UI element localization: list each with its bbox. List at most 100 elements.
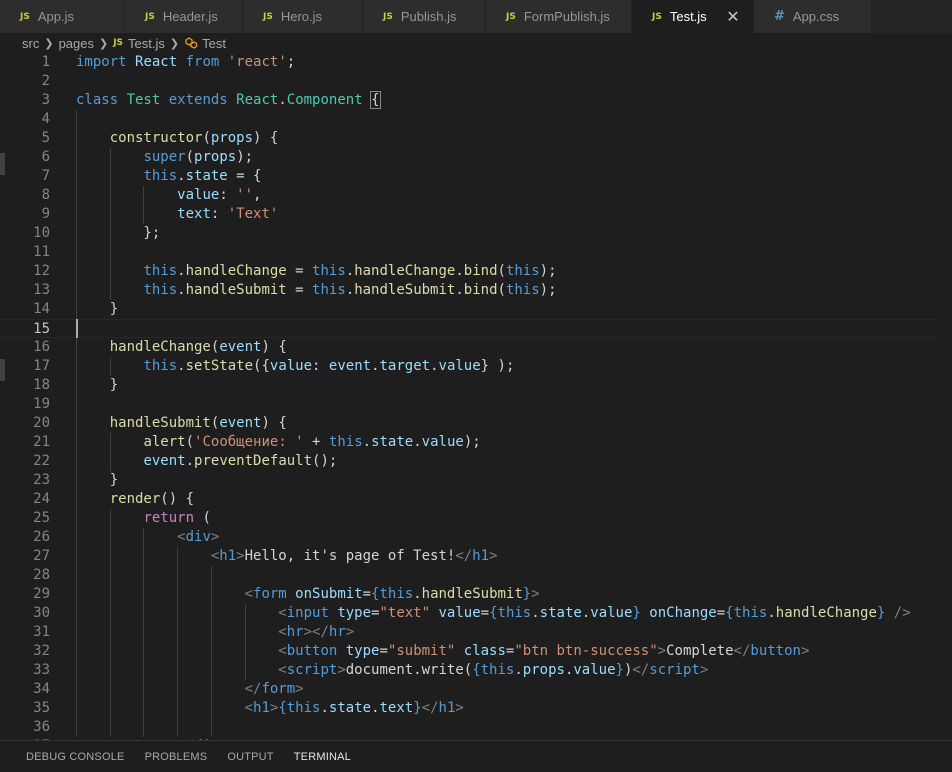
- line-number: 24: [33, 491, 50, 507]
- code-line[interactable]: 4: [0, 110, 940, 129]
- breadcrumb-folder-src[interactable]: src: [22, 36, 39, 51]
- js-file-icon: JS: [113, 38, 124, 48]
- code-line[interactable]: 25 return (: [0, 509, 940, 528]
- code-line[interactable]: 27 <h1>Hello, it's page of Test!</h1>: [0, 547, 940, 566]
- code-text: <input type="text" value={this.state.val…: [278, 605, 911, 621]
- tab-terminal[interactable]: TERMINAL: [294, 751, 351, 763]
- line-number: 9: [41, 206, 50, 222]
- breadcrumb: src ❯ pages ❯ JS Test.js ❯ Test: [0, 33, 952, 53]
- panel-tab-bar: DEBUG CONSOLE PROBLEMS OUTPUT TERMINAL: [0, 740, 952, 772]
- line-number: 4: [41, 111, 50, 127]
- code-line[interactable]: 26 <div>: [0, 528, 940, 547]
- line-number: 6: [41, 149, 50, 165]
- code-line[interactable]: 23 }: [0, 471, 940, 490]
- code-line[interactable]: 12 this.handleChange = this.handleChange…: [0, 262, 940, 281]
- code-text: this.state = {: [143, 168, 262, 184]
- tab-label: FormPublish.js: [523, 9, 610, 24]
- tab-formpublish-js[interactable]: JS FormPublish.js: [486, 0, 632, 33]
- code-line[interactable]: 3 class Test extends React.Component {: [0, 91, 940, 110]
- code-line[interactable]: 15: [0, 319, 940, 338]
- code-line[interactable]: 35 <h1>{this.state.text}</h1>: [0, 699, 940, 718]
- code-editor[interactable]: 1 import React from 'react'; 2 3 class Test …: [0, 53, 952, 740]
- line-number: 36: [33, 719, 50, 735]
- code-line[interactable]: 19: [0, 395, 940, 414]
- code-line[interactable]: 7 this.state = {: [0, 167, 940, 186]
- close-icon[interactable]: ✕: [725, 7, 741, 26]
- line-number: 17: [33, 358, 50, 374]
- tab-hero-js[interactable]: JS Hero.js: [243, 0, 363, 33]
- tab-app-js[interactable]: JS App.js: [0, 0, 125, 33]
- breadcrumb-symbol[interactable]: Test: [202, 36, 226, 51]
- code-line[interactable]: 16 handleChange(event) {: [0, 338, 940, 357]
- code-text: this.setState({value: event.target.value…: [143, 358, 515, 374]
- code-line[interactable]: 32 <button type="submit" class="btn btn-…: [0, 642, 940, 661]
- line-number: 29: [33, 586, 50, 602]
- tab-label: Hero.js: [280, 9, 323, 24]
- code-line[interactable]: 18 }: [0, 376, 940, 395]
- code-line[interactable]: 14 }: [0, 300, 940, 319]
- code-line[interactable]: 13 this.handleSubmit = this.handleSubmit…: [0, 281, 940, 300]
- code-line[interactable]: 9 text: 'Text': [0, 205, 940, 224]
- code-line[interactable]: 34 </form>: [0, 680, 940, 699]
- js-file-icon: JS: [20, 11, 30, 22]
- code-line[interactable]: 11: [0, 243, 940, 262]
- code-line[interactable]: 24 render() {: [0, 490, 940, 509]
- code-line[interactable]: 8 value: '',: [0, 186, 940, 205]
- editor-tab-bar: JS App.js JS Header.js JS Hero.js JS Pub…: [0, 0, 952, 33]
- breadcrumb-folder-pages[interactable]: pages: [59, 36, 94, 51]
- breadcrumb-file[interactable]: Test.js: [128, 36, 165, 51]
- line-number: 8: [41, 187, 50, 203]
- code-text: };: [76, 225, 161, 241]
- js-file-icon: JS: [263, 11, 273, 22]
- code-line[interactable]: 31 <hr></hr>: [0, 623, 940, 642]
- code-text: handleSubmit(event) {: [109, 415, 287, 431]
- code-text: <form onSubmit={this.handleSubmit}>: [244, 586, 540, 602]
- text-cursor: [76, 319, 78, 338]
- code-line[interactable]: 33 <script>document.write({this.props.va…: [0, 661, 940, 680]
- code-line[interactable]: 29 <form onSubmit={this.handleSubmit}>: [0, 585, 940, 604]
- code-line[interactable]: 5 constructor(props) {: [0, 129, 940, 148]
- tab-app-css[interactable]: # App.css: [754, 0, 872, 33]
- code-text: <h1>{this.state.text}</h1>: [244, 700, 464, 716]
- code-line[interactable]: 22 event.preventDefault();: [0, 452, 940, 471]
- tab-output[interactable]: OUTPUT: [227, 751, 273, 763]
- code-line[interactable]: 30 <input type="text" value={this.state.…: [0, 604, 940, 623]
- line-number: 22: [33, 453, 50, 469]
- line-number: 2: [41, 73, 50, 89]
- line-number: 7: [41, 168, 50, 184]
- line-number: 20: [33, 415, 50, 431]
- line-number: 30: [33, 605, 50, 621]
- code-text: handleChange(event) {: [109, 339, 287, 355]
- tab-label: Publish.js: [400, 9, 457, 24]
- line-number: 5: [41, 130, 50, 146]
- line-number: 27: [33, 548, 50, 564]
- tab-label: Test.js: [669, 9, 707, 24]
- code-text: <hr></hr>: [278, 624, 355, 640]
- code-line[interactable]: 20 handleSubmit(event) {: [0, 414, 940, 433]
- code-line[interactable]: 1 import React from 'react';: [0, 53, 940, 72]
- tab-debug-console[interactable]: DEBUG CONSOLE: [26, 751, 125, 763]
- tab-test-js[interactable]: JS Test.js ✕: [632, 0, 754, 33]
- code-line[interactable]: 2: [0, 72, 940, 91]
- line-number: 26: [33, 529, 50, 545]
- code-line[interactable]: 36: [0, 718, 940, 737]
- code-line[interactable]: 28: [0, 566, 940, 585]
- tab-problems[interactable]: PROBLEMS: [145, 751, 208, 763]
- code-line[interactable]: 21 alert('Сообщение: ' + this.state.valu…: [0, 433, 940, 452]
- code-text: }: [76, 472, 119, 488]
- line-number: 28: [33, 567, 50, 583]
- line-number: 10: [33, 225, 50, 241]
- code-text: this.handleSubmit = this.handleSubmit.bi…: [143, 282, 557, 298]
- js-file-icon: JS: [383, 11, 393, 22]
- code-text: super(props);: [143, 149, 254, 165]
- code-text: <button type="submit" class="btn btn-suc…: [278, 643, 810, 659]
- code-line[interactable]: 17 this.setState({value: event.target.va…: [0, 357, 940, 376]
- line-number: 34: [33, 681, 50, 697]
- tab-header-js[interactable]: JS Header.js: [125, 0, 243, 33]
- tab-publish-js[interactable]: JS Publish.js: [363, 0, 486, 33]
- line-number: 11: [33, 244, 50, 260]
- code-line[interactable]: 6 super(props);: [0, 148, 940, 167]
- code-line[interactable]: 10 };: [0, 224, 940, 243]
- line-number: 18: [33, 377, 50, 393]
- code-text: class Test extends React.Component {: [76, 91, 381, 109]
